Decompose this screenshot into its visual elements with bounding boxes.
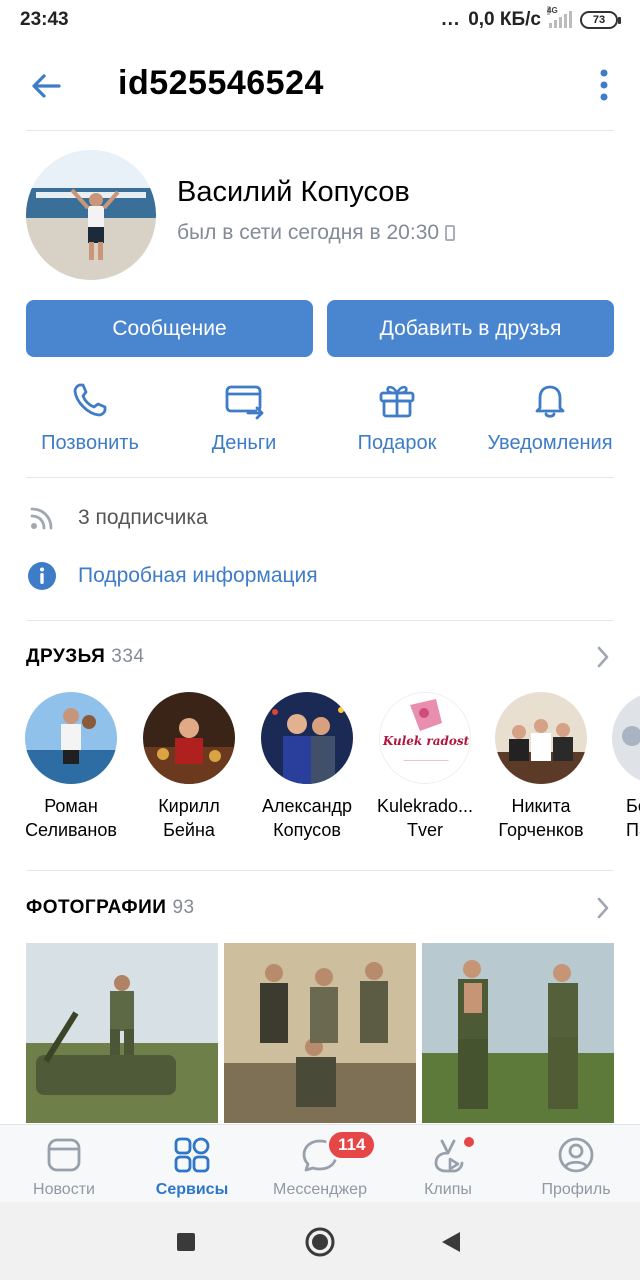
photo-thumbnail[interactable] (26, 943, 218, 1123)
friend-name: Александр Копусов (261, 796, 353, 840)
info-icon (28, 562, 56, 590)
friend-name: Kulekrado... Tver (376, 796, 474, 840)
profile-avatar[interactable] (26, 150, 156, 280)
photos-grid (26, 943, 614, 1123)
profile-icon (558, 1137, 594, 1173)
message-button[interactable]: Сообщение (26, 300, 313, 357)
bottom-navigation: Новости Сервисы Мессенджер 114 Клипы Про… (0, 1124, 640, 1202)
chevron-right-icon[interactable] (596, 896, 610, 920)
bell-icon (535, 385, 565, 418)
unread-badge: 114 (326, 1129, 378, 1161)
photos-count: 93 (172, 897, 195, 918)
friend-name: Никита Горченков (498, 796, 584, 840)
nav-profile-label: Профиль (541, 1181, 611, 1198)
call-label: Позвонить (41, 432, 139, 454)
nav-profile[interactable]: Профиль (512, 1135, 640, 1199)
info-divider (26, 620, 614, 621)
followers-count: 3 подписчика (78, 506, 208, 529)
back-arrow-icon[interactable] (28, 68, 64, 104)
nav-messenger-label: Мессенджер (273, 1181, 367, 1198)
nav-services-label: Сервисы (155, 1181, 229, 1198)
app-header: id525546524 (0, 50, 640, 120)
status-indicators: ... 0,0 КБ/с 4G 73 (441, 6, 621, 31)
gift-label: Подарок (357, 432, 437, 454)
money-transfer-icon (225, 385, 264, 420)
nav-clips[interactable]: Клипы (384, 1135, 512, 1199)
friends-divider (26, 870, 614, 871)
services-icon (174, 1137, 210, 1173)
status-bar: 23:43 ... 0,0 КБ/с 4G 73 (0, 0, 640, 40)
notifications-label: Уведомления (487, 432, 613, 454)
notifications-action[interactable]: Уведомления (478, 380, 622, 455)
add-friend-button[interactable]: Добавить в друзья (327, 300, 614, 357)
friend-item[interactable]: Роман Селиванов (12, 692, 130, 842)
friend-item[interactable]: Александр Копусов (248, 692, 366, 842)
photo-thumbnail[interactable] (422, 943, 614, 1123)
friend-name: Кирилл Бейна (158, 796, 220, 840)
nav-news-label: Новости (33, 1181, 95, 1198)
friend-item[interactable]: Kulek radost _______________ Kulekrado...… (366, 692, 484, 842)
new-clips-dot (464, 1137, 474, 1147)
photos-header[interactable]: ФОТОГРАФИИ 93 (26, 897, 195, 919)
gift-action[interactable]: Подарок (341, 380, 453, 455)
actions-divider (26, 477, 614, 478)
friend-avatar (25, 692, 117, 784)
page-title: id525546524 (118, 64, 324, 102)
friend-avatar (495, 692, 587, 784)
signal-icon: 4G (547, 6, 572, 28)
status-dots: ... (441, 9, 461, 30)
friend-name: Роман Селиванов (25, 796, 117, 840)
more-options-icon[interactable] (598, 68, 610, 102)
friend-avatar: Kulek radost _______________ (379, 692, 471, 784)
rss-icon (30, 507, 53, 530)
chevron-right-icon[interactable] (596, 645, 610, 669)
friends-header[interactable]: ДРУЗЬЯ 334 (26, 646, 144, 668)
photos-title: ФОТОГРАФИИ (26, 897, 167, 918)
friends-list: Роман Селиванов Кирилл Бейна Александр Копу… (0, 692, 640, 852)
gift-icon (379, 385, 415, 418)
battery-level: 73 (592, 14, 606, 26)
network-type: 4G (547, 6, 558, 15)
nav-services[interactable]: Сервисы (128, 1135, 256, 1199)
friends-title: ДРУЗЬЯ (26, 646, 106, 667)
nav-clips-label: Клипы (424, 1181, 472, 1198)
recent-apps-icon[interactable] (176, 1232, 196, 1252)
friend-avatar (261, 692, 353, 784)
photo-thumbnail[interactable] (224, 943, 416, 1123)
last-seen-text: был в сети сегодня в 20:30 (177, 221, 440, 244)
friend-avatar (143, 692, 235, 784)
kulek-radost-logo: Kulek radost _______________ (380, 693, 470, 783)
profile-actions: Позвонить Деньги Подарок Уведомления (0, 380, 640, 460)
svg-text:Kulek radost: Kulek radost (382, 734, 470, 748)
money-label: Деньги (211, 432, 277, 454)
money-action[interactable]: Деньги (188, 380, 300, 455)
friend-name: БоПа (626, 796, 640, 840)
friend-item[interactable]: БоПа (600, 692, 640, 842)
last-seen-status: был в сети сегодня в 20:30 (177, 221, 456, 245)
home-icon[interactable] (304, 1226, 336, 1258)
system-navigation-bar (0, 1202, 640, 1280)
call-action[interactable]: Позвонить (34, 380, 146, 455)
phone-icon (73, 383, 107, 417)
news-icon (47, 1138, 81, 1172)
status-time: 23:43 (20, 9, 69, 30)
followers-row[interactable]: 3 подписчика (26, 502, 208, 534)
friend-item[interactable]: Кирилл Бейна (130, 692, 248, 842)
clips-icon (434, 1139, 464, 1173)
friends-count: 334 (111, 646, 145, 667)
mobile-device-icon (445, 225, 456, 241)
details-link: Подробная информация (78, 564, 318, 587)
profile-name: Василий Копусов (177, 176, 410, 208)
header-divider (26, 130, 614, 131)
details-row[interactable]: Подробная информация (26, 560, 318, 592)
friend-item[interactable]: Никита Горченков (482, 692, 600, 842)
nav-messenger[interactable]: Мессенджер 114 (256, 1129, 384, 1199)
network-speed: 0,0 КБ/с (468, 9, 541, 30)
battery-icon: 73 (580, 11, 621, 29)
svg-text:_______________: _______________ (404, 754, 449, 761)
nav-news[interactable]: Новости (0, 1135, 128, 1199)
back-triangle-icon[interactable] (440, 1230, 462, 1254)
friend-avatar (612, 692, 640, 784)
